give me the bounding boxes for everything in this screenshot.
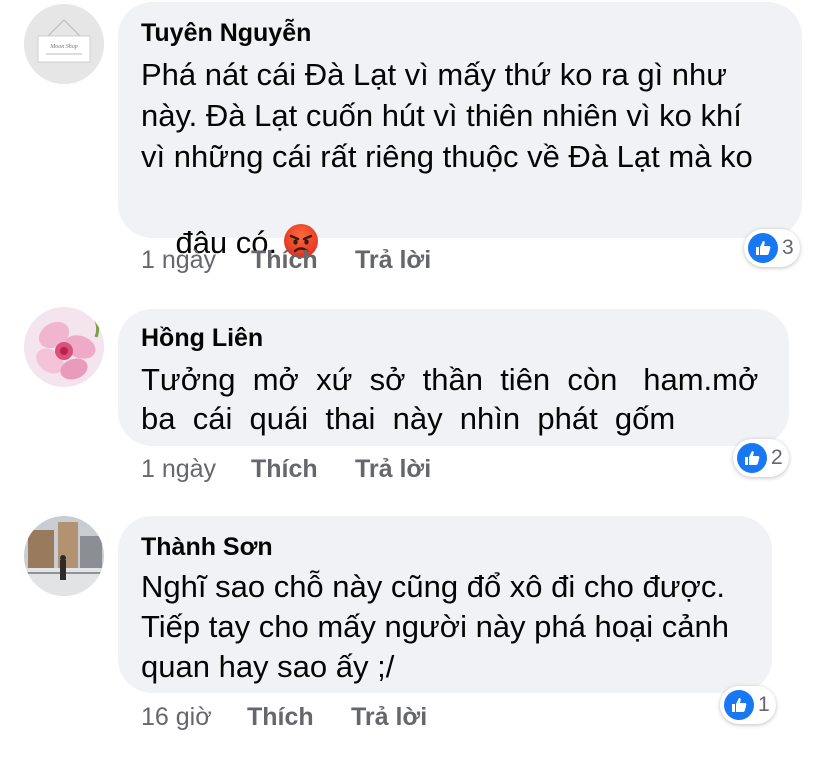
avatar[interactable]: Moon Shop xyxy=(24,4,104,84)
avatar[interactable] xyxy=(24,516,104,596)
like-reaction-icon xyxy=(748,233,778,263)
comment-line: Nghĩ sao chỗ này cũng đổ xô đi cho được. xyxy=(141,569,725,604)
city-avatar-image xyxy=(24,516,104,596)
comment-timestamp[interactable]: 1 ngày xyxy=(141,246,216,275)
comment-author[interactable]: Tuyên Nguyễn xyxy=(141,19,311,48)
avatar[interactable] xyxy=(24,307,104,387)
reply-button[interactable]: Trả lời xyxy=(355,455,431,484)
reply-button[interactable]: Trả lời xyxy=(351,703,427,732)
comment-timestamp[interactable]: 1 ngày xyxy=(141,455,216,484)
comment-line-last: đâu có. xyxy=(141,184,319,301)
reaction-badge[interactable]: 3 xyxy=(744,229,800,267)
like-reaction-icon xyxy=(737,443,767,473)
flower-avatar-image xyxy=(24,307,104,387)
comment-line: quan hay sao ấy ;/ xyxy=(141,649,395,684)
reaction-badge[interactable]: 2 xyxy=(733,439,789,477)
reply-button[interactable]: Trả lời xyxy=(355,246,431,275)
reaction-count: 3 xyxy=(782,236,794,259)
shop-sign-avatar-image: Moon Shop xyxy=(24,4,104,84)
comment-line: Tiếp tay cho mấy người này phá hoại cảnh xyxy=(141,609,729,644)
comment-line: Phá nát cái Đà Lạt vì mấy thứ ko ra gì n… xyxy=(141,57,728,92)
comment-line: ba cái quái thai này nhìn phát gốm xyxy=(141,401,676,436)
like-button[interactable]: Thích xyxy=(247,703,314,732)
comment-line: này. Đà Lạt cuốn hút vì thiên nhiên vì k… xyxy=(141,98,742,133)
comment-line: Tưởng mở xứ sở thần tiên còn ham.mở xyxy=(141,362,759,397)
reaction-count: 1 xyxy=(758,693,770,716)
like-button[interactable]: Thích xyxy=(251,455,318,484)
avatar-sign-text: Moon Shop xyxy=(49,44,78,50)
reaction-count: 2 xyxy=(771,446,783,469)
like-button[interactable]: Thích xyxy=(251,246,318,275)
like-reaction-icon xyxy=(724,690,754,720)
reaction-badge[interactable]: 1 xyxy=(720,686,776,724)
comment-author[interactable]: Hồng Liên xyxy=(141,324,263,353)
comment-author[interactable]: Thành Sơn xyxy=(141,533,273,562)
comment-timestamp[interactable]: 16 giờ xyxy=(141,703,212,732)
comment-line: vì những cái rất riêng thuộc về Đà Lạt m… xyxy=(141,139,753,174)
